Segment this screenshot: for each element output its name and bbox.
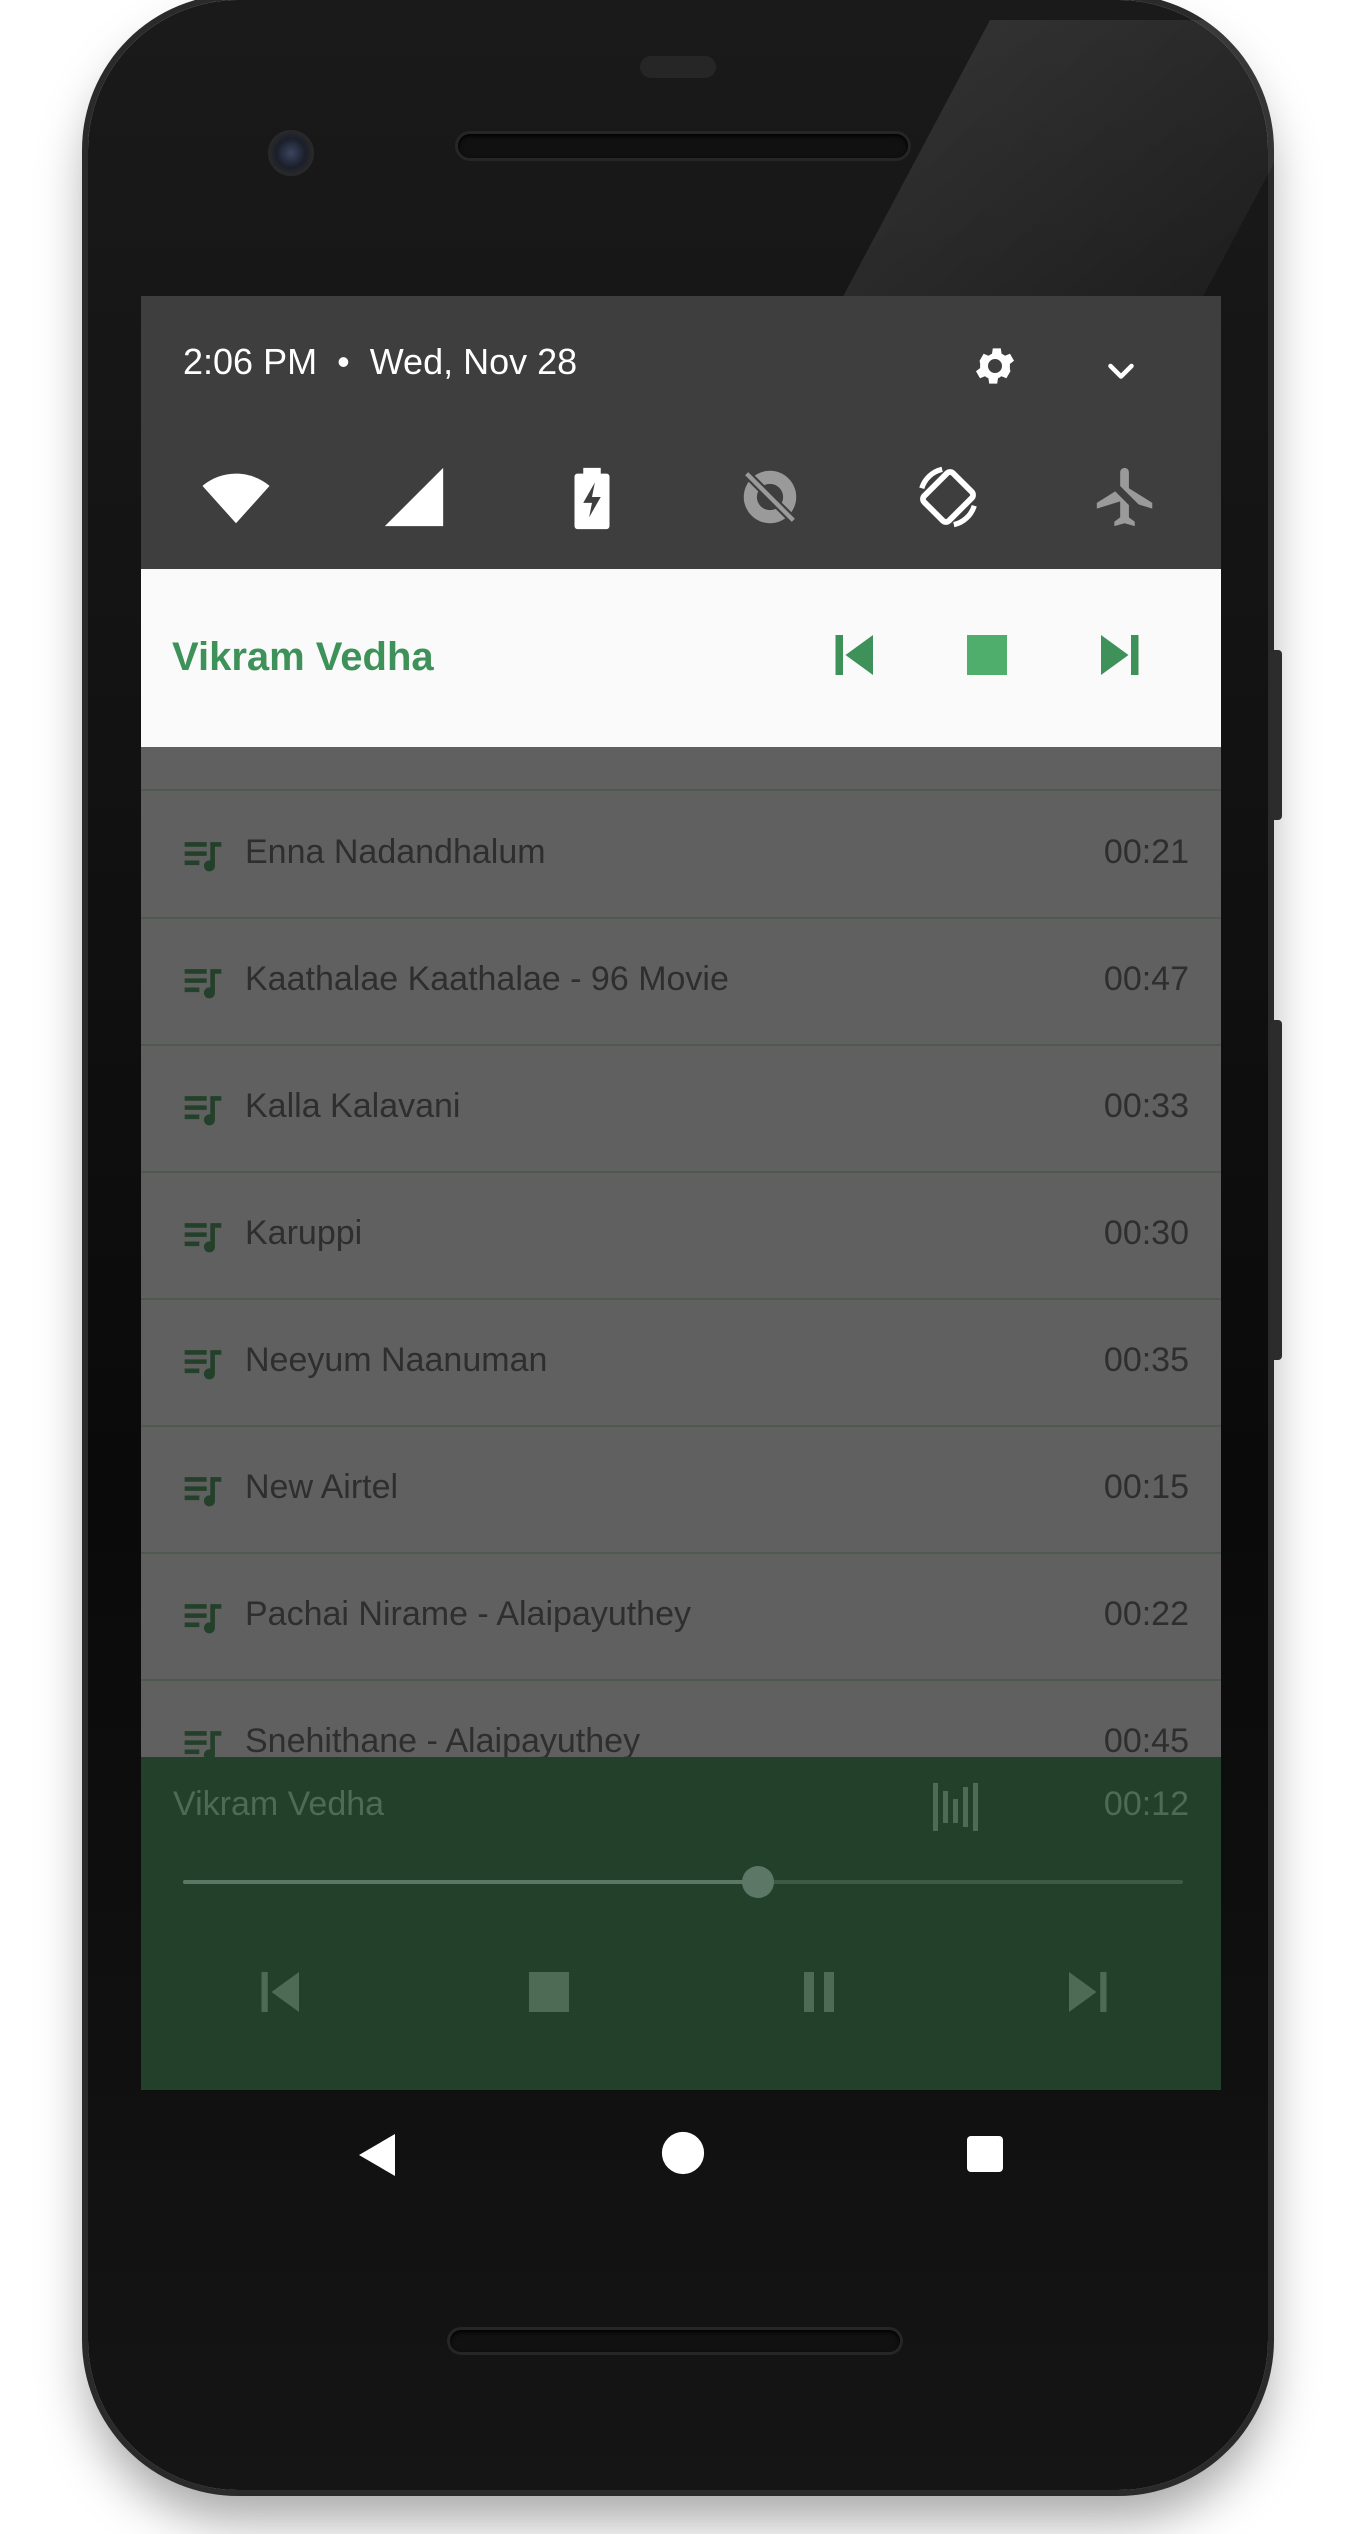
seek-bar[interactable] <box>183 1866 1183 1898</box>
song-title: Kalla Kalavani <box>245 1087 461 1125</box>
recents-nav-icon[interactable] <box>965 2134 1005 2174</box>
list-item[interactable]: Kaathalae Kaathalae - 96 Movie 00:47 <box>141 918 1221 1046</box>
song-duration: 00:30 <box>1103 1214 1189 1252</box>
notification-previous-icon[interactable] <box>823 625 883 685</box>
playlist-music-icon <box>184 1350 222 1380</box>
playlist-music-icon <box>184 969 222 999</box>
song-duration: 00:33 <box>1103 1087 1189 1125</box>
song-title: Snehithane - Alaipayuthey <box>245 1722 641 1757</box>
now-playing-panel: Vikram Vedha 00:12 <box>141 1757 1221 2090</box>
song-duration: 00:22 <box>1103 1595 1189 1633</box>
home-nav-icon[interactable] <box>660 2130 706 2176</box>
data-saver-off-icon[interactable] <box>735 462 805 532</box>
status-date: Wed, Nov 28 <box>369 341 578 382</box>
song-duration: 00:47 <box>1103 960 1189 998</box>
next-track-icon[interactable] <box>1059 1962 1119 2022</box>
phone-screen: 2:06 PM • Wed, Nov 28 Vikram Vedha Enna … <box>141 296 1221 2090</box>
playlist-music-icon <box>184 1096 222 1126</box>
list-item-partial <box>141 747 1221 791</box>
song-title: Pachai Nirame - Alaipayuthey <box>245 1595 692 1633</box>
wifi-icon[interactable] <box>201 462 271 532</box>
now-playing-title: Vikram Vedha <box>173 1785 385 1823</box>
volume-rocker <box>1270 1020 1282 1360</box>
list-item[interactable]: New Airtel 00:15 <box>141 1426 1221 1554</box>
list-item[interactable]: Neeyum Naanuman 00:35 <box>141 1299 1221 1427</box>
auto-rotate-icon[interactable] <box>913 462 983 532</box>
status-datetime: 2:06 PM • Wed, Nov 28 <box>183 341 577 383</box>
pause-icon[interactable] <box>789 1962 849 2022</box>
song-duration: 00:45 <box>1103 1722 1189 1757</box>
playlist-music-icon <box>184 1477 222 1507</box>
playlist-music-icon <box>184 842 222 872</box>
previous-track-icon[interactable] <box>249 1962 309 2022</box>
song-title: New Airtel <box>245 1468 399 1506</box>
settings-gear-icon[interactable] <box>971 342 1019 390</box>
status-time: 2:06 PM <box>183 341 318 382</box>
quick-settings-panel: 2:06 PM • Wed, Nov 28 <box>141 296 1221 569</box>
list-item[interactable]: Pachai Nirame - Alaipayuthey 00:22 <box>141 1553 1221 1681</box>
list-item[interactable]: Karuppi 00:30 <box>141 1172 1221 1300</box>
cell-signal-icon[interactable] <box>379 462 449 532</box>
power-button <box>1270 650 1282 820</box>
notification-title: Vikram Vedha <box>172 635 434 679</box>
bottom-speaker <box>450 2330 900 2352</box>
equalizer-icon <box>933 1783 978 1831</box>
song-title: Karuppi <box>245 1214 363 1252</box>
song-duration: 00:21 <box>1103 833 1189 871</box>
song-title: Neeyum Naanuman <box>245 1341 548 1379</box>
seek-progress <box>183 1880 758 1884</box>
list-item[interactable]: Kalla Kalavani 00:33 <box>141 1045 1221 1173</box>
airplane-mode-icon[interactable] <box>1091 462 1161 532</box>
notification-stop-icon[interactable] <box>957 625 1017 685</box>
media-notification[interactable]: Vikram Vedha <box>141 569 1221 747</box>
battery-charging-icon[interactable] <box>557 462 627 532</box>
list-item[interactable]: Enna Nadandhalum 00:21 <box>141 791 1221 919</box>
front-camera <box>268 130 314 176</box>
song-title: Kaathalae Kaathalae - 96 Movie <box>245 960 729 998</box>
stop-icon[interactable] <box>519 1962 579 2022</box>
back-nav-icon[interactable] <box>355 2130 399 2180</box>
proximity-sensor <box>640 56 716 78</box>
playlist-music-icon <box>184 1731 222 1757</box>
song-duration: 00:35 <box>1103 1341 1189 1379</box>
song-duration: 00:15 <box>1103 1468 1189 1506</box>
chevron-down-icon[interactable] <box>1103 354 1139 390</box>
status-separator: • <box>337 341 350 382</box>
notification-next-icon[interactable] <box>1091 625 1151 685</box>
playlist-music-icon <box>184 1223 222 1253</box>
song-title: Enna Nadandhalum <box>245 833 546 871</box>
seek-thumb[interactable] <box>742 1866 774 1898</box>
list-item[interactable]: Snehithane - Alaipayuthey 00:45 <box>141 1680 1221 1757</box>
playlist: Enna Nadandhalum 00:21 Kaathalae Kaathal… <box>141 747 1221 1757</box>
earpiece-speaker <box>458 134 908 158</box>
playlist-music-icon <box>184 1604 222 1634</box>
elapsed-time: 00:12 <box>1103 1785 1189 1823</box>
